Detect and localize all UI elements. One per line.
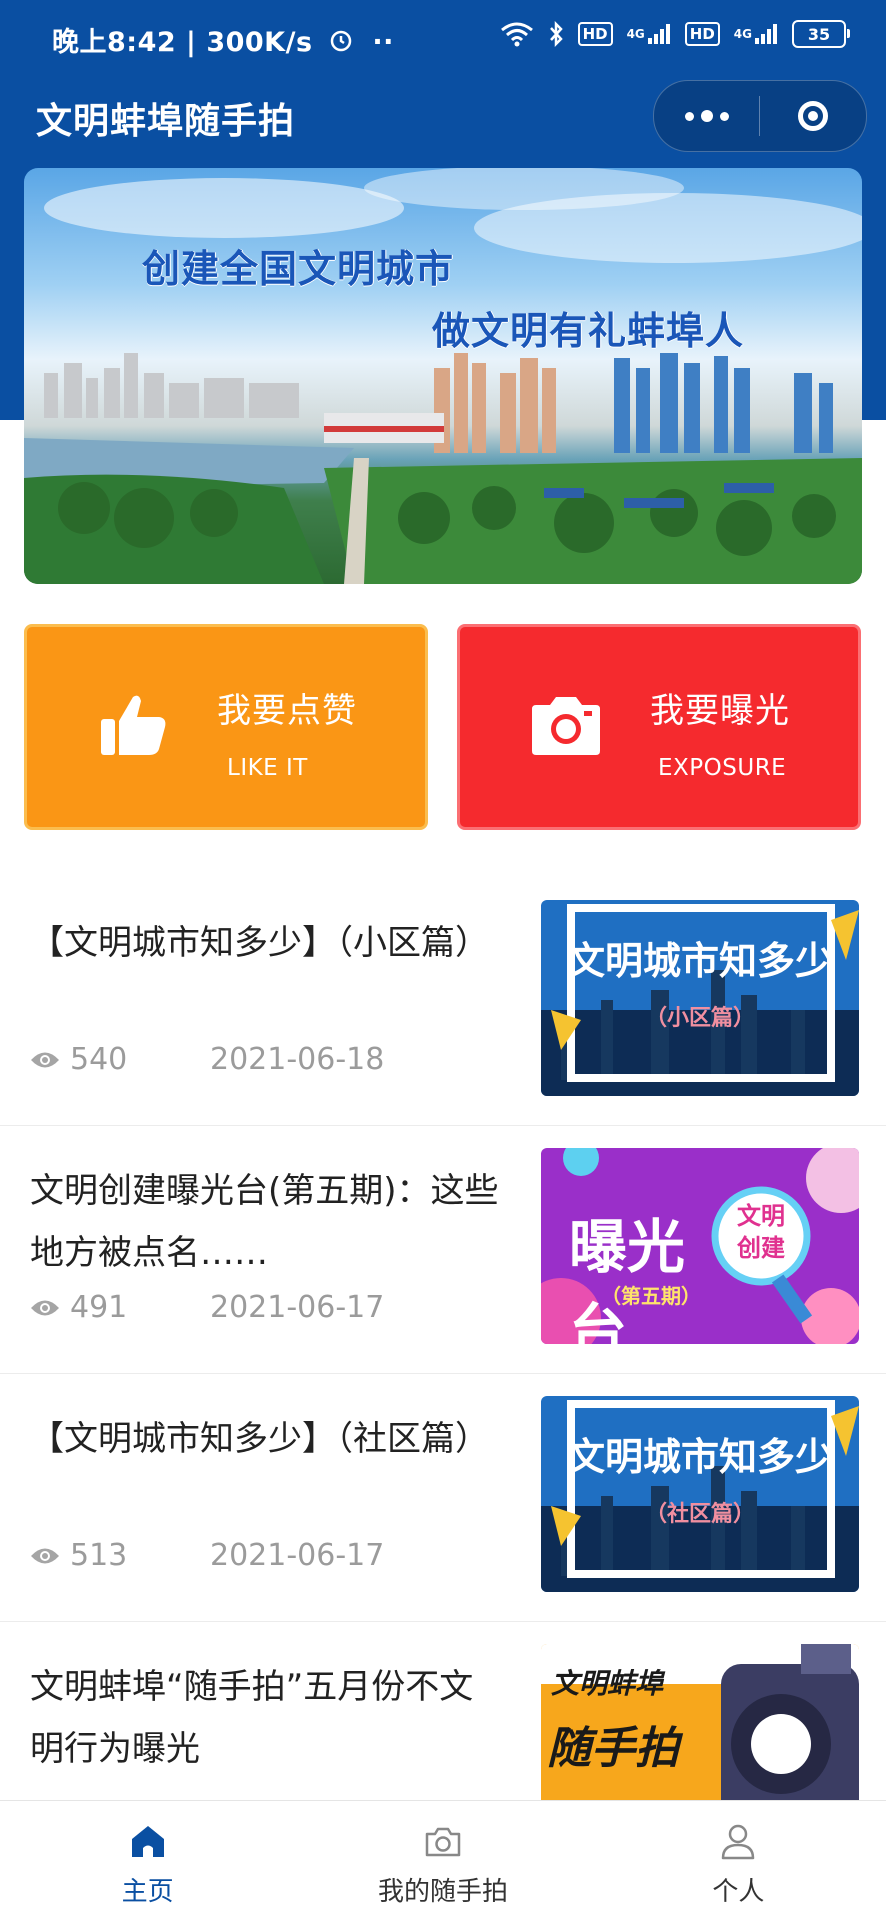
publish-date: 2021-06-17 <box>210 1290 385 1325</box>
status-bar: 晚上8:42 | 300K/s ·· HD 4G HD 4G 35 <box>0 0 886 76</box>
thumbnail-badge: 文明创建 <box>737 1202 785 1262</box>
network-type-2: 4G <box>733 27 752 41</box>
tab-my-photos-label: 我的随手拍 <box>377 1877 508 1907</box>
tab-my-photos[interactable]: 我的随手拍 <box>295 1801 590 1921</box>
hd-badge-1: HD <box>577 22 613 46</box>
thumbnail-title: 文明城市知多少 <box>566 1435 833 1479</box>
tab-home-label: 主页 <box>121 1877 174 1907</box>
view-count: 540 <box>70 1042 128 1077</box>
view-count: 513 <box>70 1538 128 1573</box>
exposure-subtitle: EXPOSURE <box>658 755 787 781</box>
article-thumbnail: 曝光台 （第五期） 文明创建 <box>541 1148 859 1344</box>
alarm-icon <box>328 27 354 60</box>
exposure-title: 我要曝光 <box>650 691 790 731</box>
article-meta: 513 2021-06-17 <box>30 1538 384 1573</box>
publish-date: 2021-06-17 <box>210 1538 385 1573</box>
article-item[interactable]: 【文明城市知多少】（社区篇） 513 2021-06-17 文明城市知多少 （社… <box>0 1374 886 1622</box>
article-item[interactable]: 文明创建曝光台(第五期)：这些地方被点名…… 491 2021-06-17 曝光… <box>0 1126 886 1374</box>
tab-bar: 主页 我的随手拍 个人 <box>0 1800 886 1921</box>
home-icon <box>131 1826 164 1857</box>
exposure-button[interactable]: 我要曝光 EXPOSURE <box>457 624 861 830</box>
miniprogram-capsule <box>653 80 867 152</box>
article-item[interactable]: 【文明城市知多少】（小区篇） 540 2021-06-18 文明城市知多少 （小… <box>0 878 886 1126</box>
article-meta: 540 2021-06-18 <box>30 1042 384 1077</box>
thumbnail-subtitle: （社区篇） <box>644 1502 755 1527</box>
like-title: 我要点赞 <box>217 691 357 731</box>
status-time-speed: 晚上8:42 | 300K/s ·· <box>52 20 394 60</box>
thumbs-up-icon <box>101 695 166 755</box>
article-title: 文明创建曝光台(第五期)：这些地方被点名…… <box>30 1171 499 1273</box>
signal-icon-2: 4G <box>734 23 778 45</box>
thumbnail-subtitle: （小区篇） <box>644 1006 755 1031</box>
article-title: 【文明城市知多少】（小区篇） <box>30 923 489 963</box>
eye-icon <box>31 1052 59 1067</box>
publish-date: 2021-06-18 <box>210 1042 385 1077</box>
signal-icon-1: 4G <box>627 23 671 45</box>
close-miniprogram-icon[interactable] <box>760 81 865 151</box>
thumbnail-title: 文明蚌埠 <box>551 1667 664 1700</box>
banner[interactable]: 创建全国文明城市 做文明有礼蚌埠人 <box>24 168 862 584</box>
app-title: 文明蚌埠随手拍 <box>36 101 296 142</box>
article-thumbnail: 文明城市知多少 （社区篇） <box>541 1396 859 1592</box>
camera-icon <box>532 697 600 755</box>
tab-profile[interactable]: 个人 <box>591 1801 886 1921</box>
thumbnail-subtitle: （第五期） <box>601 1284 701 1308</box>
network-type-1: 4G <box>626 27 645 41</box>
more-notifications-icon: ·· <box>372 27 394 58</box>
thumbnail-title: 曝光台 <box>569 1213 686 1344</box>
like-button[interactable]: 我要点赞 LIKE IT <box>24 624 428 830</box>
banner-slogan-2: 做文明有礼蚌埠人 <box>432 309 745 353</box>
wifi-icon <box>500 21 534 47</box>
eye-icon <box>31 1300 59 1315</box>
more-icon[interactable] <box>654 81 759 151</box>
thumbnail-subtitle: 随手拍 <box>547 1723 679 1774</box>
view-count: 491 <box>70 1290 128 1325</box>
banner-slogan-1: 创建全国文明城市 <box>142 247 455 291</box>
status-time-speed-text: 晚上8:42 | 300K/s <box>52 27 313 58</box>
battery-icon: 35 <box>792 20 850 48</box>
eye-icon <box>31 1548 59 1563</box>
article-thumbnail: 文明城市知多少 （小区篇） <box>541 900 859 1096</box>
banner-cityscape <box>24 168 862 584</box>
thumbnail-title: 文明城市知多少 <box>566 939 833 983</box>
article-title: 【文明城市知多少】（社区篇） <box>30 1419 489 1459</box>
status-indicators: HD 4G HD 4G 35 <box>500 20 850 48</box>
hd-badge-2: HD <box>684 22 720 46</box>
article-meta: 491 2021-06-17 <box>30 1290 384 1325</box>
article-thumbnail: 文明蚌埠 随手拍 <box>541 1644 859 1822</box>
battery-level: 35 <box>807 24 831 44</box>
camera-icon <box>425 1827 461 1857</box>
tab-home[interactable]: 主页 <box>0 1801 295 1921</box>
article-title: 文明蚌埠“随手拍”五月份不文明行为曝光 <box>30 1667 474 1769</box>
tab-profile-label: 个人 <box>712 1877 765 1907</box>
user-icon <box>722 1824 755 1860</box>
bluetooth-icon <box>548 21 564 47</box>
like-subtitle: LIKE IT <box>227 755 308 781</box>
